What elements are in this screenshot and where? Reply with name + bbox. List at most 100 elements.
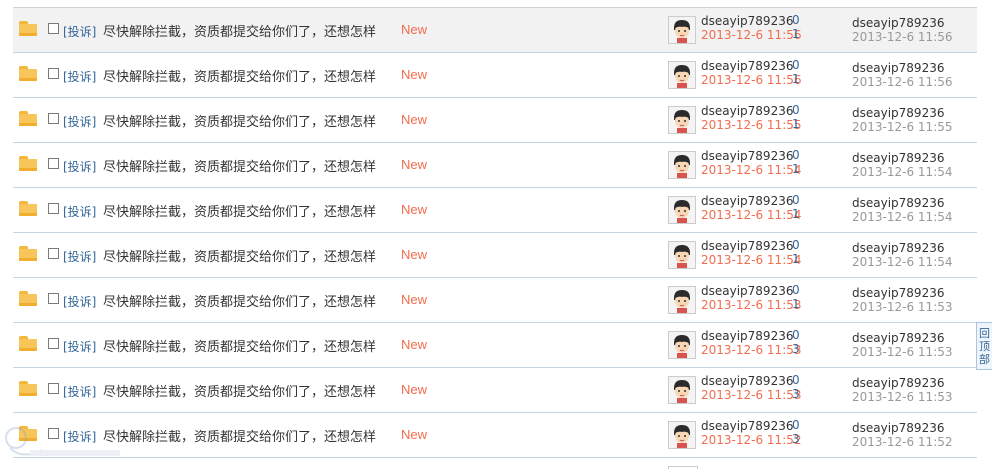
thread-row[interactable]: [投诉] 尽快解除拦截，资质都提交给你们了，还想怎样 New dseayip78… [13, 368, 977, 413]
new-badge: New [401, 427, 428, 442]
thread-title-link[interactable]: 尽快解除拦截，资质都提交给你们了，还想怎样 [103, 111, 376, 130]
reply-count[interactable]: 0 [792, 148, 800, 162]
last-post-time: 2013-12-6 11:52 [852, 435, 953, 449]
reply-count[interactable]: 0 [792, 283, 800, 297]
thread-row[interactable]: [投诉] 尽快解除拦截，资质都提交给你们了，还想怎样 New dseayip78… [13, 53, 977, 98]
last-post-time: 2013-12-6 11:56 [852, 75, 953, 89]
reply-count[interactable]: 0 [792, 58, 800, 72]
last-author-name[interactable]: dseayip789236 [852, 331, 953, 345]
new-badge: New [401, 22, 428, 37]
author-name[interactable]: dseayip789236 [701, 419, 802, 433]
last-author-name[interactable]: dseayip789236 [852, 151, 953, 165]
author-block: dseayip789236 2013-12-6 11:54 [701, 149, 802, 177]
thread-title-link[interactable]: 尽快解除拦截，资质都提交给你们了，还想怎样 [103, 291, 376, 310]
reply-count[interactable]: 0 [792, 328, 800, 342]
avatar-icon[interactable] [668, 376, 696, 404]
thread-row[interactable]: [投诉] 尽快解除拦截，资质都提交给你们了，还想怎样 New dseayip78… [13, 323, 977, 368]
last-author-name[interactable]: dseayip789236 [852, 61, 953, 75]
thread-tag-link[interactable]: [投诉] [63, 158, 96, 175]
author-name[interactable]: dseayip789236 [701, 14, 802, 28]
author-block: dseayip789236 2013-12-6 11:53 [701, 284, 802, 312]
post-time: 2013-12-6 11:54 [701, 253, 802, 267]
author-name[interactable]: dseayip789236 [701, 329, 802, 343]
counts-block: 0 3 [792, 418, 800, 446]
reply-count[interactable]: 0 [792, 238, 800, 252]
thread-title-link[interactable]: 尽快解除拦截，资质都提交给你们了，还想怎样 [103, 66, 376, 85]
thread-tag-link[interactable]: [投诉] [63, 203, 96, 220]
thread-title-link[interactable]: 尽快解除拦截，资质都提交给你们了，还想怎样 [103, 201, 376, 220]
thread-tag-link[interactable]: [投诉] [63, 293, 96, 310]
avatar-icon[interactable] [668, 16, 696, 44]
author-name[interactable]: dseayip789236 [701, 284, 802, 298]
back-to-top-button[interactable]: 回 顶 部 [976, 322, 992, 370]
thread-title-link[interactable]: 尽快解除拦截，资质都提交给你们了，还想怎样 [103, 156, 376, 175]
thread-title-link[interactable]: 尽快解除拦截，资质都提交给你们了，还想怎样 [103, 336, 376, 355]
new-badge: New [401, 247, 428, 262]
thread-row[interactable]: [投诉] 尽快解除拦截，资质都提交给你们了，还想怎样 New dseayip78… [13, 413, 977, 458]
thread-title-link[interactable]: 尽快解除拦截，资质都提交给你们了，还想怎样 [103, 426, 376, 445]
thread-tag-link[interactable]: [投诉] [63, 113, 96, 130]
avatar-icon[interactable] [668, 106, 696, 134]
avatar-icon[interactable] [668, 61, 696, 89]
author-name[interactable]: dseayip789236 [701, 104, 802, 118]
thread-row[interactable]: [投诉] 尽快解除拦截，资质都提交给你们了，还想怎样 New dseayip78… [13, 98, 977, 143]
row-checkbox[interactable] [48, 203, 59, 214]
reply-count[interactable]: 0 [792, 103, 800, 117]
last-author-name[interactable]: dseayip789236 [852, 286, 953, 300]
row-checkbox[interactable] [48, 293, 59, 304]
reply-count[interactable]: 0 [792, 373, 800, 387]
reply-count[interactable]: 0 [792, 193, 800, 207]
row-checkbox[interactable] [48, 383, 59, 394]
new-badge: New [401, 67, 428, 82]
avatar-icon[interactable] [668, 151, 696, 179]
thread-row[interactable]: [投诉] 尽快解除拦截，资质都提交给你们了，还想怎样 New dseayip78… [13, 143, 977, 188]
thread-title-link[interactable]: 尽快解除拦截，资质都提交给你们了，还想怎样 [103, 381, 376, 400]
view-count: 3 [792, 432, 800, 446]
thread-tag-link[interactable]: [投诉] [63, 248, 96, 265]
row-checkbox[interactable] [48, 338, 59, 349]
thread-tag-link[interactable]: [投诉] [63, 383, 96, 400]
thread-title-link[interactable]: 尽快解除拦截，资质都提交给你们了，还想怎样 [103, 246, 376, 265]
reply-count[interactable]: 0 [792, 13, 800, 27]
row-checkbox[interactable] [48, 68, 59, 79]
last-author-name[interactable]: dseayip789236 [852, 376, 953, 390]
last-post-block: dseayip789236 2013-12-6 11:54 [852, 196, 953, 224]
last-post-time: 2013-12-6 11:54 [852, 210, 953, 224]
last-author-name[interactable]: dseayip789236 [852, 241, 953, 255]
counts-block: 0 1 [792, 58, 800, 86]
row-checkbox[interactable] [48, 23, 59, 34]
last-author-name[interactable]: dseayip789236 [852, 16, 953, 30]
avatar-icon[interactable] [668, 286, 696, 314]
thread-row[interactable]: [投诉] 尽快解除拦截，资质都提交给你们了，还想怎样 New dseayip78… [13, 7, 977, 53]
last-author-name[interactable]: dseayip789236 [852, 196, 953, 210]
row-checkbox[interactable] [48, 158, 59, 169]
author-name[interactable]: dseayip789236 [701, 149, 802, 163]
thread-row[interactable]: [投诉] 尽快解除拦截，资质都提交给你们了，还想怎样 New dseayip78… [13, 233, 977, 278]
author-name[interactable]: dseayip789236 [701, 59, 802, 73]
avatar-icon[interactable] [668, 331, 696, 359]
avatar-icon[interactable] [668, 196, 696, 224]
last-author-name[interactable]: dseayip789236 [852, 106, 953, 120]
thread-tag-link[interactable]: [投诉] [63, 338, 96, 355]
last-post-time: 2013-12-6 11:53 [852, 345, 953, 359]
avatar-icon[interactable] [668, 241, 696, 269]
last-post-block: dseayip789236 2013-12-6 11:52 [852, 421, 953, 449]
author-name[interactable]: dseayip789236 [701, 374, 802, 388]
row-checkbox[interactable] [48, 248, 59, 259]
reply-count[interactable]: 0 [792, 418, 800, 432]
thread-tag-link[interactable]: [投诉] [63, 23, 96, 40]
view-count: 1 [792, 207, 800, 221]
avatar-icon[interactable] [668, 421, 696, 449]
thread-row[interactable]: [投诉] 尽快解除拦截，资质都提交给你们了，还想怎样 New dseayip78… [13, 188, 977, 233]
author-name[interactable]: dseayip789236 [701, 239, 802, 253]
row-checkbox[interactable] [48, 113, 59, 124]
last-post-block: dseayip789236 2013-12-6 11:54 [852, 151, 953, 179]
last-author-name[interactable]: dseayip789236 [852, 421, 953, 435]
folder-icon [19, 111, 37, 126]
counts-block: 0 3 [792, 373, 800, 401]
thread-title-link[interactable]: 尽快解除拦截，资质都提交给你们了，还想怎样 [103, 21, 376, 40]
thread-tag-link[interactable]: [投诉] [63, 68, 96, 85]
thread-row[interactable]: [投诉] 尽快解除拦截，资质都提交给你们了，还想怎样 New dseayip78… [13, 278, 977, 323]
author-block: dseayip789236 2013-12-6 11:55 [701, 104, 802, 132]
author-name[interactable]: dseayip789236 [701, 194, 802, 208]
